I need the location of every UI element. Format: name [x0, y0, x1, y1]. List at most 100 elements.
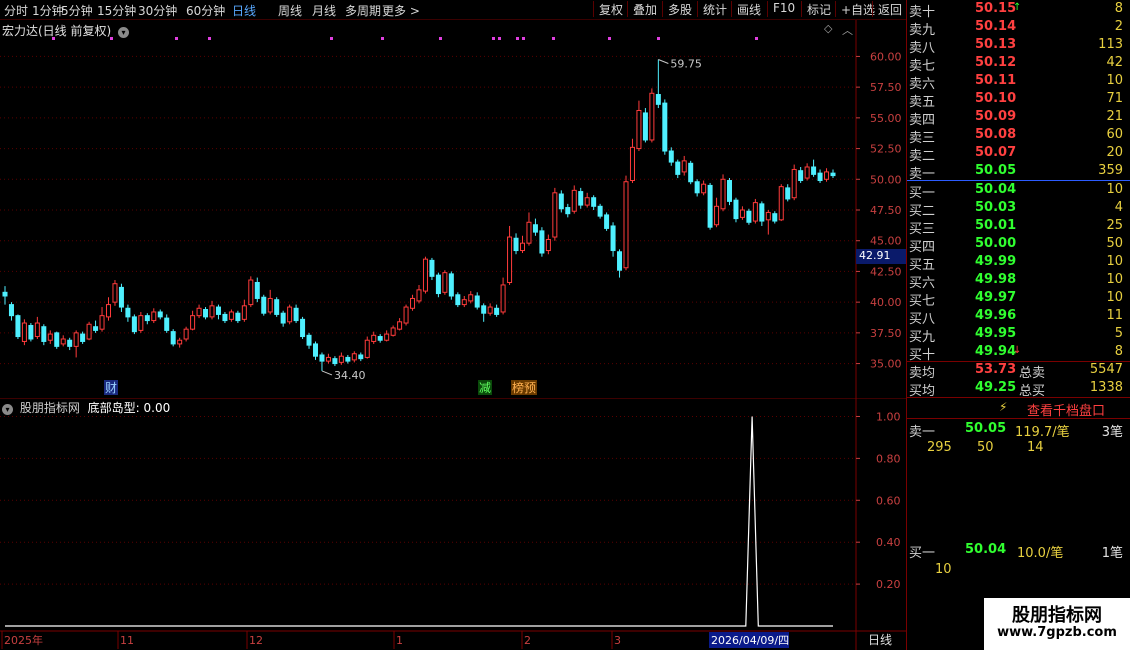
candle [584, 192, 590, 208]
bid1-qty: 10.0/笔 [1017, 546, 1064, 561]
candle-body [526, 221, 532, 244]
cursor-price-tag: 42.91 [856, 249, 906, 264]
ask-level-row[interactable]: 卖一 50.05 359 [907, 163, 1125, 182]
toolbar-button[interactable]: 统计 [697, 1, 727, 17]
candle-body [435, 274, 441, 295]
chevron-up-icon[interactable]: ︿ [842, 22, 853, 38]
bid-level-label: 买二 [909, 204, 936, 219]
candle-body [112, 283, 118, 303]
toolbar-button[interactable]: F10 [767, 1, 795, 17]
ask-level-row[interactable]: 卖六 50.11 10 [907, 73, 1125, 92]
ask-level-row[interactable]: 卖二 50.07 20 [907, 145, 1125, 164]
chevron-down-icon[interactable]: ▾ [118, 27, 130, 38]
ask-level-row[interactable]: 卖四 50.09 21 [907, 109, 1125, 128]
bid-level-row[interactable]: 买六 49.98 10 [907, 272, 1125, 291]
ask-level-label: 卖二 [909, 149, 936, 164]
candle-body [80, 333, 86, 342]
candle-body [824, 171, 830, 180]
candle [41, 324, 47, 346]
candle-body [190, 315, 196, 330]
ask-level-row[interactable]: 卖三 50.08 60 [907, 127, 1125, 146]
period-tab[interactable]: 月线 [312, 2, 336, 19]
candle-body [487, 306, 493, 314]
bid-level-row[interactable]: 买三 50.01 25 [907, 218, 1125, 237]
signal-dot [175, 37, 178, 40]
bid-level-label: 买五 [909, 258, 936, 273]
date-axis: 2025年 11 12 1 2 3 2026/04/09/四 日线 [0, 630, 906, 650]
period-tab[interactable]: 5分钟 [61, 2, 93, 19]
bid-level-row[interactable]: 买八 49.96 11 [907, 308, 1125, 327]
candle [752, 198, 758, 224]
candle-body [215, 306, 221, 315]
period-tab[interactable]: 1分钟 [32, 2, 64, 19]
candle [720, 174, 726, 212]
candle-body [759, 203, 765, 222]
bid-level-row[interactable]: 买二 50.03 4 [907, 200, 1125, 219]
bid-level-row[interactable]: 买一 50.04 10 [907, 182, 1125, 201]
candle [254, 277, 260, 303]
candle-body [300, 318, 306, 338]
period-tab[interactable]: 15分钟 [97, 2, 136, 19]
ask-level-row[interactable]: 卖五 50.10 71 [907, 91, 1125, 110]
candle-body [34, 322, 40, 338]
bid-level-row[interactable]: 买七 49.97 10 [907, 290, 1125, 309]
period-tab[interactable]: 30分钟 [138, 2, 177, 19]
bid-level-label: 买六 [909, 276, 936, 291]
ask-level-row[interactable]: 卖七 50.12 42 [907, 55, 1125, 74]
toolbar-button[interactable]: 返回 [872, 1, 902, 17]
candle-body [604, 214, 610, 229]
candle-body [384, 333, 390, 341]
indicator-title-row[interactable]: ▾ 股朋指标网 底部岛型: 0.00 [2, 399, 170, 416]
candle [397, 318, 403, 331]
candle [332, 356, 338, 367]
ask-level-price: 50.11 [975, 73, 1017, 88]
bid1-label: 买一 [909, 546, 936, 561]
period-tab[interactable]: 60分钟 [186, 2, 225, 19]
period-tab[interactable]: 周线 [278, 2, 302, 19]
ask-level-row[interactable]: 卖八 50.13 113 [907, 37, 1125, 56]
candle [591, 195, 597, 210]
candle [726, 178, 733, 206]
y-tick-label: 57.50 [870, 81, 902, 94]
candle [293, 304, 299, 324]
bid-level-volume: 10 [1106, 290, 1123, 305]
candle [571, 185, 577, 214]
diamond-icon[interactable]: ◇ [824, 22, 832, 35]
depth-link[interactable]: 查看千档盘口 [1027, 400, 1105, 419]
bid-level-row[interactable]: 买五 49.99 10 [907, 254, 1125, 273]
chevron-down-icon[interactable]: ▾ [2, 404, 13, 415]
ask-level-row[interactable]: 卖九 50.14 2 [907, 19, 1125, 38]
candle-body [377, 336, 383, 341]
candle [112, 280, 118, 306]
period-tab[interactable]: 多周期 [345, 2, 381, 19]
bid-level-volume: 11 [1106, 308, 1123, 323]
ask1-price: 50.05 [965, 421, 1007, 436]
period-tab[interactable]: 日线 [232, 2, 256, 19]
toolbar-button[interactable]: 叠加 [627, 1, 657, 17]
candle [118, 283, 124, 312]
buy-summary-row: 买均 49.25 总买 1338 [907, 380, 1125, 399]
candle-body [642, 112, 648, 141]
candle [138, 311, 144, 333]
candle-body [287, 306, 293, 323]
period-tab[interactable]: 更多 > [382, 2, 420, 19]
high-label: 59.75 [670, 58, 702, 71]
stock-title-row[interactable]: 宏力达(日线 前复权) ▾ [2, 22, 130, 39]
bid-level-row[interactable]: 买九 49.95 5 [907, 326, 1125, 345]
toolbar-button[interactable]: 标记 [801, 1, 831, 17]
indicator-series-label: 底部岛型: 0.00 [87, 401, 171, 415]
period-tab[interactable]: 分时 [4, 2, 28, 19]
toolbar-button[interactable]: 多股 [662, 1, 692, 17]
toolbar-button[interactable]: 复权 [593, 1, 623, 17]
candle-body [429, 259, 435, 277]
toolbar-button[interactable]: 画线 [731, 1, 761, 17]
candle [668, 147, 674, 166]
toolbar-button[interactable]: +自选 [835, 1, 875, 17]
y-tick-label: 45.00 [870, 235, 902, 248]
bid-level-row[interactable]: 买四 50.00 50 [907, 236, 1125, 255]
indicator-chart[interactable]: 1.00 0.80 0.60 0.40 0.20 [0, 398, 906, 630]
candle-body [733, 199, 739, 220]
candle [494, 304, 500, 317]
candle-body [105, 304, 112, 318]
candlestick-chart[interactable]: 60.00 57.50 55.00 52.50 50.00 47.50 45.00 42.50… [0, 20, 906, 398]
